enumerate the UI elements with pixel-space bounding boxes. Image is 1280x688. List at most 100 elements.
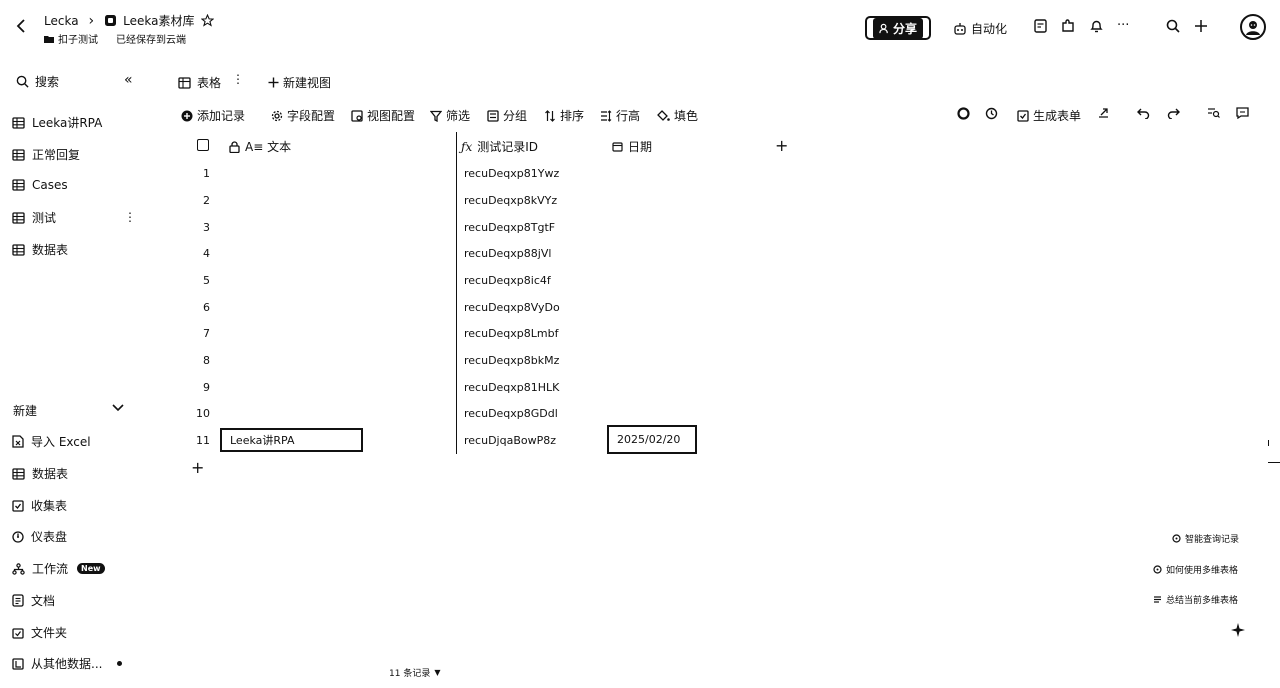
redo-icon[interactable] [1167,107,1180,119]
automation-label: 自动化 [971,22,1008,36]
caret-down-icon: ▼ [434,668,441,677]
undo-icon[interactable] [1137,107,1150,119]
new-workflow[interactable]: 工作流 New [12,560,105,577]
sidebar-search[interactable]: 搜索 [16,73,59,90]
search-records-icon[interactable] [1207,107,1220,119]
doc-info-icon[interactable] [1034,19,1047,36]
group-button[interactable]: 分组 [487,107,527,124]
text-cell[interactable]: Leeka讲RPA [220,428,363,452]
row-height-button[interactable]: 行高 [600,107,640,124]
field-config-button[interactable]: 字段配置 [271,107,335,124]
new-folder[interactable]: 文件夹 [12,624,67,641]
record-id-cell[interactable]: recuDeqxp8bkMz [464,354,559,367]
filter-icon [430,110,442,122]
table-icon [12,243,25,256]
column-header-date[interactable]: 日期 [612,138,652,155]
history-icon[interactable] [985,107,998,120]
share-label: 分享 [892,21,917,36]
chevron-left-icon [16,18,26,33]
new-doc[interactable]: 文档 [12,592,55,609]
record-id-cell[interactable]: recuDjqaBowP8z [464,434,556,447]
automation-button[interactable]: 自动化 [953,20,1007,37]
record-id-cell[interactable]: recuDeqxp8VyDo [464,301,560,314]
doc-title[interactable]: Leeka素材库 [123,12,194,29]
date-cell[interactable]: 2025/02/20 [607,425,697,454]
plugin-icon[interactable] [1061,19,1075,36]
lock-icon [229,140,240,153]
import-icon [12,657,24,670]
new-item-label: 数据表 [32,467,69,481]
chevron-down-icon[interactable] [112,401,124,415]
record-id-cell[interactable]: recuDeqxp8GDdl [464,407,558,420]
plus-icon[interactable] [1194,19,1208,36]
new-datatable[interactable]: 数据表 [12,465,68,482]
sort-button[interactable]: 排序 [544,107,584,124]
ai-icon [1172,534,1181,543]
row-number: 11 [196,434,210,447]
collapse-sidebar-icon[interactable]: « [124,72,133,88]
row-number: 5 [203,274,210,287]
sidebar-item-normal-reply[interactable]: 正常回复 [12,146,80,163]
sidebar-item-cases[interactable]: Cases [12,178,68,192]
new-item-label: 收集表 [31,499,68,513]
search-icon[interactable] [1166,19,1180,36]
record-id-cell[interactable]: recuDeqxp8Lmbf [464,327,558,340]
frozen-column-divider [456,132,457,454]
record-count[interactable]: 11 条记录 ▼ [389,666,440,679]
new-dashboard[interactable]: 仪表盘 [12,528,67,545]
view-more-icon[interactable]: ⋮ [232,72,244,86]
share-button[interactable]: 分享 [865,16,931,40]
new-import-excel[interactable]: 导入 Excel [12,433,91,450]
formula-icon: ƒx [461,139,473,154]
sidebar-item-leeka-rpa[interactable]: Leeka讲RPA [12,114,102,131]
folder-icon [44,35,54,43]
record-id-cell[interactable]: recuDeqxp8ic4f [464,274,551,287]
share-view-icon[interactable] [1097,107,1110,119]
avatar[interactable] [1240,14,1266,40]
add-record-button[interactable]: 添加记录 [181,107,245,124]
breadcrumb: Lecka › Leeka素材库 [44,12,214,29]
select-all-checkbox[interactable] [197,139,209,151]
more-icon[interactable]: ··· [1117,18,1129,33]
workspace-link[interactable]: Lecka [44,14,79,28]
new-form[interactable]: 收集表 [12,497,67,514]
scroll-edge-marker [1268,440,1269,446]
smart-query-link[interactable]: 智能查询记录 [1172,532,1239,545]
sidebar-item-test[interactable]: 测试 [12,209,56,226]
sidebar-item-datatable[interactable]: 数据表 [12,241,68,258]
view-config-button[interactable]: 视图配置 [351,107,415,124]
summarize-link[interactable]: 总结当前多维表格 [1153,593,1238,606]
record-id-cell[interactable]: recuDeqxp88jVl [464,247,551,260]
record-id-cell[interactable]: recuDeqxp8TgtF [464,221,555,234]
filter-button[interactable]: 筛选 [430,107,470,124]
folder-path[interactable]: 扣子测试 [44,31,98,46]
record-id-cell[interactable]: recuDeqxp81Ywz [464,167,559,180]
record-id-cell[interactable]: recuDeqxp81HLK [464,381,559,394]
table-icon [12,179,25,191]
item-more-icon[interactable]: ⋮ [124,210,136,224]
back-button[interactable] [16,18,26,33]
summarize-label: 总结当前多维表格 [1166,596,1239,606]
new-item-label: 仪表盘 [31,530,68,544]
add-column-button[interactable]: + [775,136,788,155]
new-item-label: 文件夹 [31,626,68,640]
add-view-button[interactable]: 新建视图 [268,74,331,91]
add-row-button[interactable]: + [191,458,204,477]
field-config-label: 字段配置 [287,109,336,123]
fill-color-button[interactable]: 填色 [657,107,698,124]
search-icon [16,75,29,88]
column-header-record-id[interactable]: ƒx 测试记录ID [461,138,538,155]
bell-icon[interactable] [1090,19,1103,36]
star-icon[interactable] [200,14,214,27]
record-status-icon[interactable] [957,107,970,120]
new-import-other[interactable]: 从其他数据... [12,655,123,672]
plus-circle-icon [181,110,193,122]
column-header-text[interactable]: A≡ 文本 [229,138,291,155]
sparkle-icon[interactable] [1230,622,1246,641]
how-to-use-link[interactable]: 如何使用多维表格 [1153,563,1238,576]
generate-form-button[interactable]: 生成表单 [1017,107,1081,124]
record-id-cell[interactable]: recuDeqxp8kVYz [464,194,557,207]
tab-table-view[interactable]: 表格 [178,74,221,91]
comment-icon[interactable] [1236,107,1249,119]
table-icon [12,211,25,224]
